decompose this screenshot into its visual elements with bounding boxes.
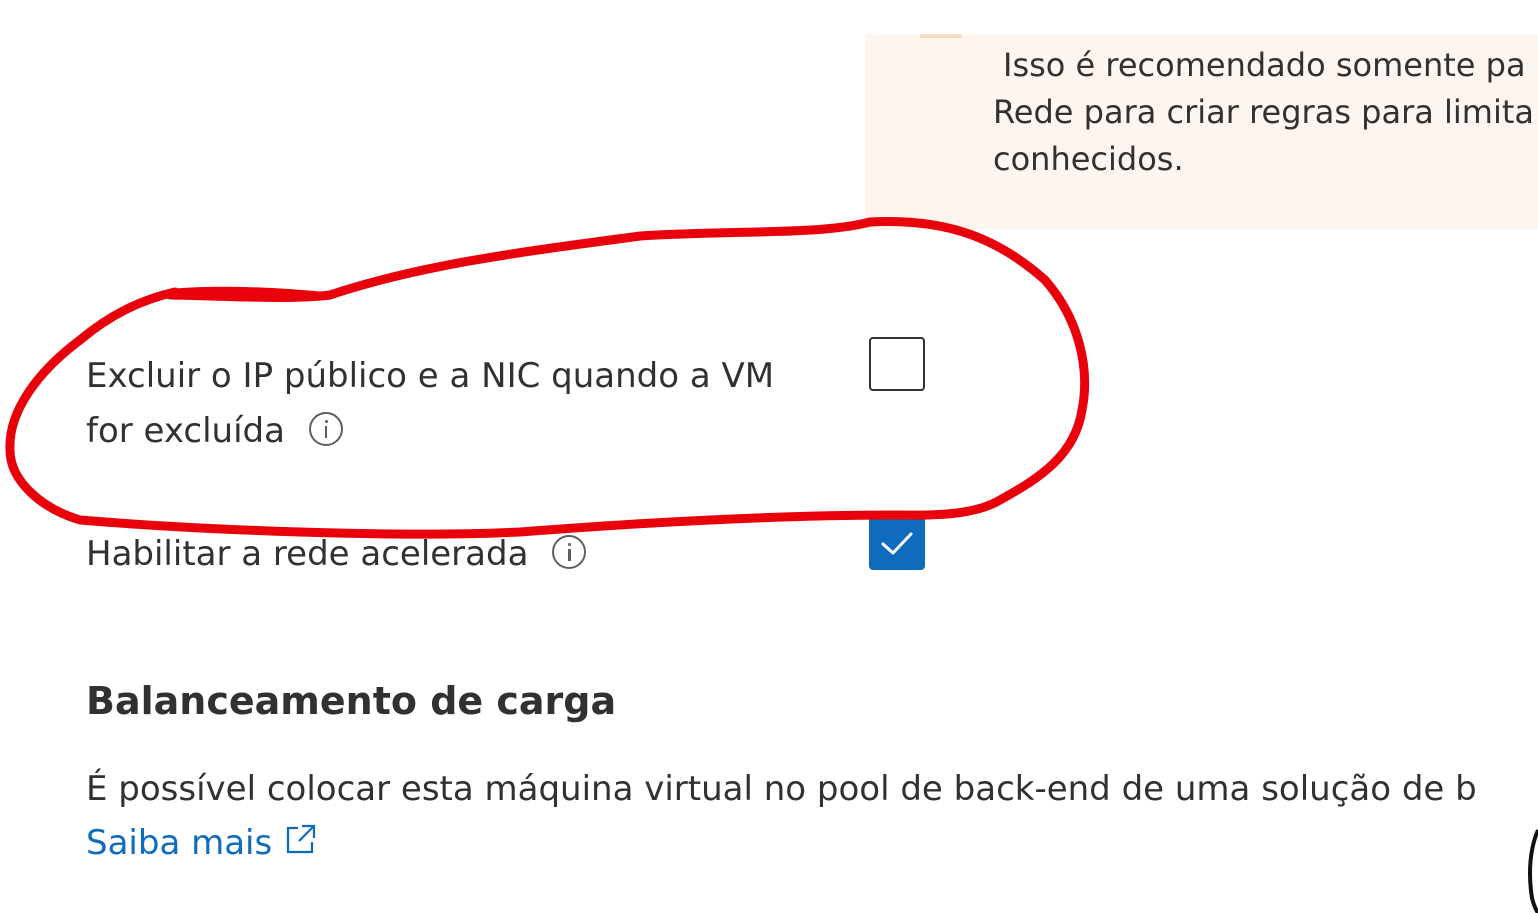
warning-line-3: conhecidos.: [993, 140, 1184, 178]
delete-ip-nic-label-line-1: Excluir o IP público e a NIC quando a VM: [86, 356, 775, 396]
delete-ip-nic-label-text: for excluída: [86, 411, 285, 451]
warning-line-1: Isso é recomendado somente pa: [1003, 46, 1526, 84]
warning-message: Isso é recomendado somente pa Rede para …: [993, 42, 1534, 183]
info-icon[interactable]: [308, 412, 343, 446]
learn-more-link[interactable]: Saiba mais: [86, 818, 318, 868]
learn-more-text: Saiba mais: [86, 823, 273, 863]
load-balancing-heading: Balanceamento de carga: [86, 679, 617, 723]
warning-icon: [920, 34, 962, 38]
warning-message-bar: Isso é recomendado somente pa Rede para …: [865, 34, 1538, 230]
delete-ip-nic-label-line-2: for excluída: [86, 404, 774, 459]
edge-mark: [1526, 828, 1538, 913]
accelerated-networking-label-text: Habilitar a rede acelerada: [86, 534, 529, 574]
info-icon[interactable]: [552, 535, 587, 569]
warning-line-2: Rede para criar regras para limita: [993, 93, 1535, 131]
external-link-icon: [287, 824, 316, 854]
checkmark-icon: [881, 532, 913, 555]
accelerated-networking-checkbox[interactable]: [869, 516, 925, 570]
load-balancing-description: É possível colocar esta máquina virtual …: [86, 769, 1477, 809]
delete-ip-nic-checkbox[interactable]: [869, 337, 925, 391]
delete-ip-nic-label: Excluir o IP público e a NIC quando a VM…: [86, 349, 774, 459]
accelerated-networking-label: Habilitar a rede acelerada: [86, 527, 587, 582]
